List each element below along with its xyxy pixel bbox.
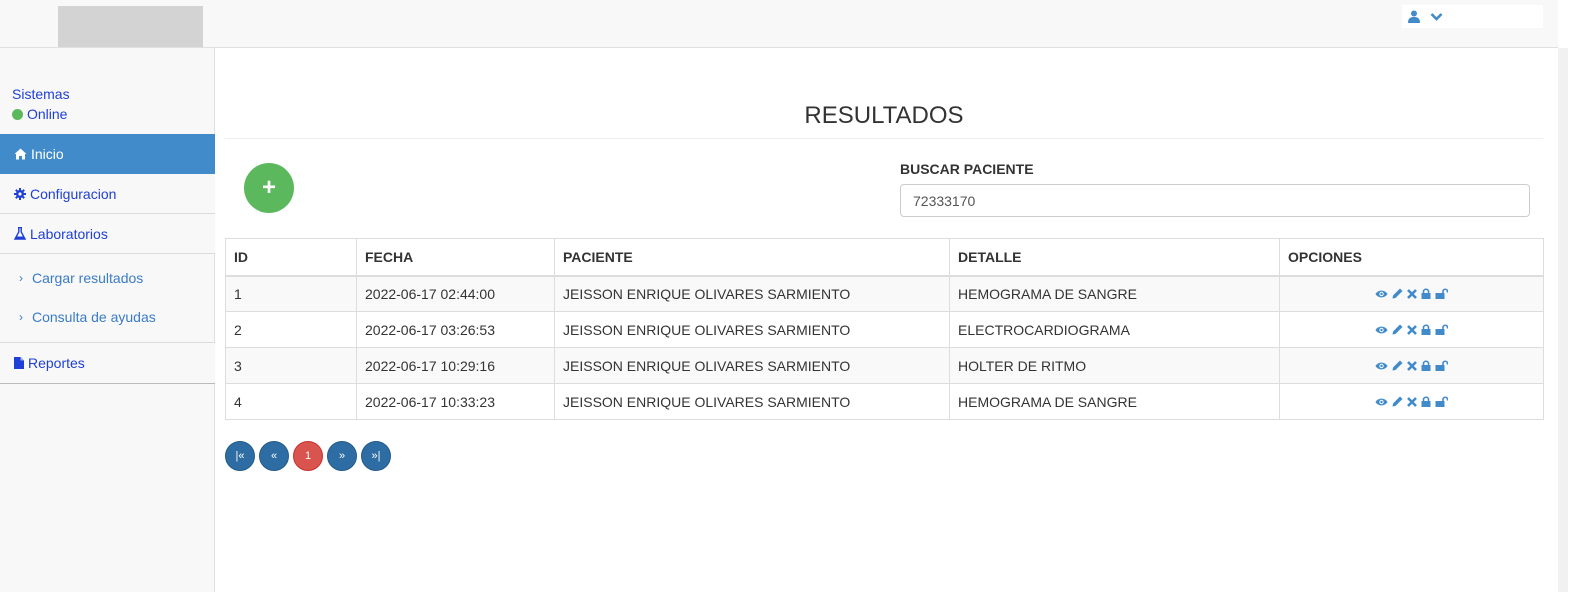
sidebar-item-cargar-resultados[interactable]: › Cargar resultados — [0, 258, 215, 297]
cell-id: 1 — [225, 275, 357, 312]
sidebar-item-reportes[interactable]: Reportes — [0, 343, 215, 383]
flask-icon — [14, 227, 26, 240]
lock-icon[interactable] — [1421, 288, 1431, 302]
close-icon[interactable] — [1407, 396, 1417, 410]
search-label: BUSCAR PACIENTE — [900, 161, 1034, 177]
cell-fecha: 2022-06-17 02:44:00 — [356, 275, 555, 312]
user-icon — [1408, 10, 1420, 23]
unlock-icon[interactable] — [1435, 395, 1449, 410]
cell-detalle: ELECTROCARDIOGRAMA — [949, 311, 1280, 348]
next-page-button[interactable]: » — [327, 441, 357, 471]
cell-paciente: JEISSON ENRIQUE OLIVARES SARMIENTO — [554, 383, 950, 420]
cell-id: 4 — [225, 383, 357, 420]
search-input[interactable] — [900, 184, 1530, 217]
cell-opciones — [1279, 275, 1544, 312]
table-row: 1 2022-06-17 02:44:00 JEISSON ENRIQUE OLIV… — [225, 275, 1544, 312]
cell-opciones — [1279, 383, 1544, 420]
table-row: 4 2022-06-17 10:33:23 JEISSON ENRIQUE OLIV… — [225, 383, 1544, 420]
online-dot-icon — [12, 108, 23, 120]
cell-detalle: HOLTER DE RITMO — [949, 347, 1280, 384]
system-label: Sistemas — [12, 86, 70, 102]
pencil-icon[interactable] — [1392, 396, 1403, 410]
gear-icon — [14, 187, 26, 200]
user-menu[interactable] — [1402, 5, 1543, 28]
add-result-button[interactable]: + — [244, 163, 294, 213]
sidebar-item-label: Inicio — [31, 145, 64, 162]
close-icon[interactable] — [1407, 360, 1417, 374]
column-header-opciones: OPCIONES — [1279, 238, 1544, 277]
pencil-icon[interactable] — [1392, 288, 1403, 302]
sidebar-item-laboratorios[interactable]: Laboratorios — [0, 214, 215, 254]
cell-id: 3 — [225, 347, 357, 384]
column-header-fecha: FECHA — [356, 238, 555, 277]
divider — [225, 138, 1543, 139]
cell-fecha: 2022-06-17 03:26:53 — [356, 311, 555, 348]
pencil-icon[interactable] — [1392, 324, 1403, 338]
chevron-down-icon[interactable] — [1430, 12, 1443, 22]
sidebar-nav: Inicio Configuracion Laboratorios › Carg… — [0, 134, 215, 384]
sidebar: Sistemas Online Inicio Configuracion Lab… — [0, 48, 215, 592]
sidebar-item-label: Configuracion — [30, 185, 117, 202]
sidebar-subgroup: › Cargar resultados › Consulta de ayudas — [0, 254, 215, 343]
cell-paciente: JEISSON ENRIQUE OLIVARES SARMIENTO — [554, 311, 950, 348]
sidebar-item-inicio[interactable]: Inicio — [0, 134, 215, 174]
column-header-detalle: DETALLE — [949, 238, 1280, 277]
unlock-icon[interactable] — [1435, 359, 1449, 374]
cell-id: 2 — [225, 311, 357, 348]
results-table: ID FECHA PACIENTE DETALLE OPCIONES 1 2022… — [225, 238, 1544, 420]
current-page-button[interactable]: 1 — [293, 441, 323, 471]
close-icon[interactable] — [1407, 288, 1417, 302]
eye-icon[interactable] — [1375, 360, 1388, 374]
cell-fecha: 2022-06-17 10:29:16 — [356, 347, 555, 384]
cell-fecha: 2022-06-17 10:33:23 — [356, 383, 555, 420]
sidebar-item-label: Consulta de ayudas — [32, 308, 156, 325]
eye-icon[interactable] — [1375, 324, 1388, 338]
column-header-id: ID — [225, 238, 357, 277]
sidebar-item-label: Reportes — [28, 355, 85, 371]
scrollbar[interactable] — [1558, 0, 1596, 592]
lock-icon[interactable] — [1421, 323, 1431, 338]
status-indicator: Online — [12, 106, 67, 122]
first-page-button[interactable]: |« — [225, 441, 255, 471]
pencil-icon[interactable] — [1392, 360, 1403, 374]
table-header-row: ID FECHA PACIENTE DETALLE OPCIONES — [225, 238, 1544, 277]
cell-opciones — [1279, 347, 1544, 384]
sidebar-item-configuracion[interactable]: Configuracion — [0, 174, 215, 214]
table-row: 2 2022-06-17 03:26:53 JEISSON ENRIQUE OLIV… — [225, 311, 1544, 348]
chevron-right-icon: › — [19, 309, 23, 324]
cell-detalle: HEMOGRAMA DE SANGRE — [949, 383, 1280, 420]
sidebar-item-label: Cargar resultados — [32, 269, 144, 286]
table-row: 3 2022-06-17 10:29:16 JEISSON ENRIQUE OLIV… — [225, 347, 1544, 384]
eye-icon[interactable] — [1375, 288, 1388, 302]
sidebar-item-consulta-de-ayudas[interactable]: › Consulta de ayudas — [0, 297, 215, 336]
eye-icon[interactable] — [1375, 396, 1388, 410]
logo-placeholder — [58, 6, 203, 47]
pagination: |« « 1 » »| — [225, 441, 391, 471]
unlock-icon[interactable] — [1435, 288, 1449, 302]
close-icon[interactable] — [1407, 324, 1417, 338]
file-icon — [14, 357, 24, 369]
sidebar-item-label: Laboratorios — [30, 225, 108, 242]
page-title: RESULTADOS — [804, 102, 964, 129]
cell-paciente: JEISSON ENRIQUE OLIVARES SARMIENTO — [554, 275, 950, 312]
column-header-paciente: PACIENTE — [554, 238, 950, 277]
lock-icon[interactable] — [1421, 395, 1431, 410]
prev-page-button[interactable]: « — [259, 441, 289, 471]
cell-detalle: HEMOGRAMA DE SANGRE — [949, 275, 1280, 312]
last-page-button[interactable]: »| — [361, 441, 391, 471]
cell-paciente: JEISSON ENRIQUE OLIVARES SARMIENTO — [554, 347, 950, 384]
cell-opciones — [1279, 311, 1544, 348]
top-navbar — [0, 0, 1558, 48]
lock-icon[interactable] — [1421, 359, 1431, 374]
status-label: Online — [27, 106, 68, 122]
chevron-right-icon: › — [19, 270, 23, 285]
home-icon — [14, 148, 27, 159]
unlock-icon[interactable] — [1435, 323, 1449, 338]
